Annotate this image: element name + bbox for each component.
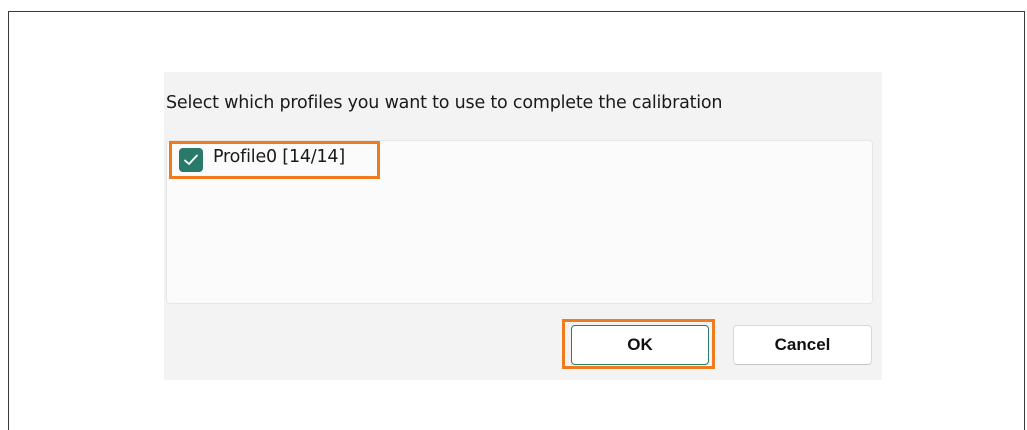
checkmark-icon [184, 154, 198, 165]
profile-label[interactable]: Profile0 [14/14] [213, 147, 345, 167]
profile-checkbox[interactable] [179, 148, 203, 172]
ok-button[interactable]: OK [571, 325, 709, 365]
dialog-prompt: Select which profiles you want to use to… [166, 93, 723, 113]
cancel-button[interactable]: Cancel [733, 325, 872, 365]
